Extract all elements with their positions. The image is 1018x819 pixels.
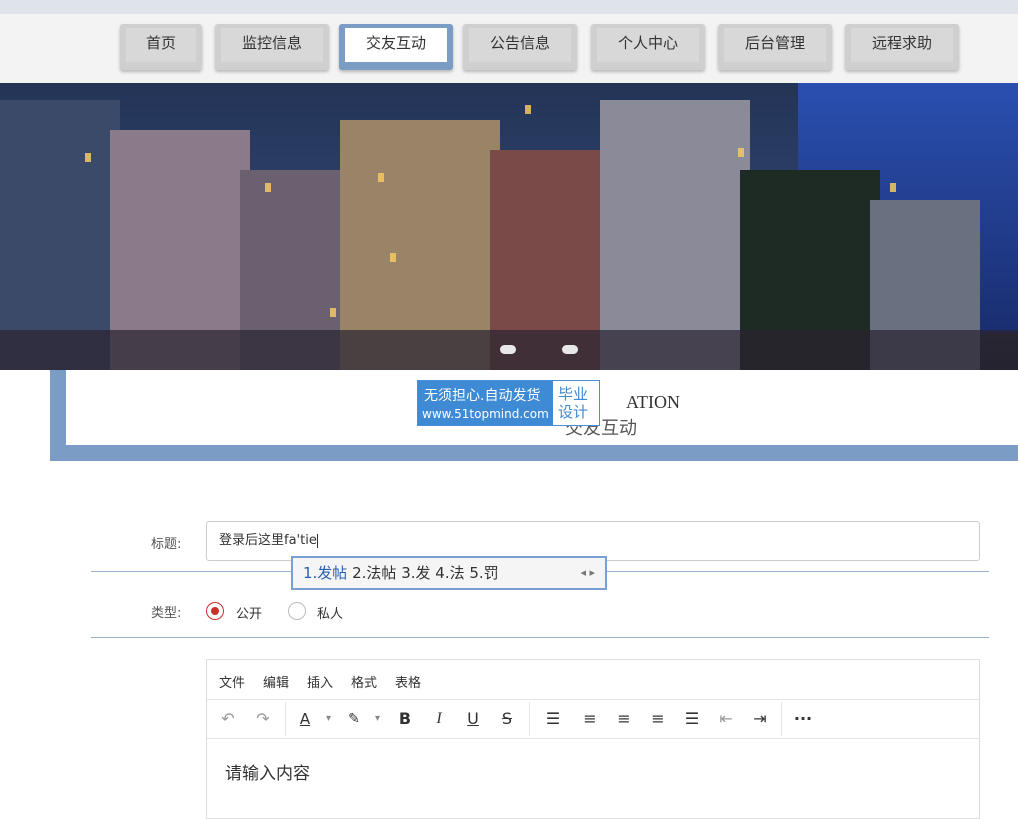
carousel-indicators [500, 339, 624, 358]
toolbar-separator [529, 702, 530, 736]
nav-item-monitor[interactable]: 监控信息 [215, 24, 329, 70]
banner-window [265, 183, 271, 192]
radio-public-label[interactable]: 公开 [236, 603, 262, 622]
editor-toolbar: ↶ ↷ A ▾ ✎ ▾ B I U S ☰ ≡ ≡ ≡ ☰ ⇤ ⇥ ··· [207, 700, 979, 739]
nav-item-remote-help[interactable]: 远程求助 [845, 24, 959, 70]
section-title-en: ATION [626, 392, 680, 412]
nav-item-label: 监控信息 [221, 28, 323, 62]
watermark-right: 毕业 设计 [558, 385, 588, 421]
banner-window [85, 153, 91, 162]
title-input-value: 登录后这里fa'tie [219, 533, 317, 548]
nav-item-label: 远程求助 [851, 28, 953, 62]
banner-window [890, 183, 896, 192]
editor-content-placeholder[interactable]: 请输入内容 [225, 759, 310, 784]
highlight-icon[interactable]: ✎ [343, 708, 365, 730]
editor-menubar: 文件 编辑 插入 格式 表格 [207, 660, 979, 700]
carousel-dot[interactable] [500, 345, 516, 354]
nav-item-label: 后台管理 [724, 28, 826, 62]
undo-icon[interactable]: ↶ [217, 708, 239, 730]
watermark-line1: 无须担心.自动发货 [424, 388, 541, 404]
banner-window [738, 148, 744, 157]
ime-candidate[interactable]: 5.罚 [469, 564, 498, 582]
nav-item-announcements[interactable]: 公告信息 [463, 24, 577, 70]
title-input[interactable]: 登录后这里fa'tie [206, 521, 980, 561]
more-icon[interactable]: ··· [792, 708, 814, 730]
nav-item-label: 首页 [126, 28, 196, 62]
watermark-line2: www.51topmind.com [422, 407, 549, 421]
chevron-down-icon[interactable]: ▾ [375, 713, 380, 724]
menu-table[interactable]: 表格 [395, 672, 421, 691]
ime-candidate[interactable]: 1.发帖 [303, 564, 347, 582]
nav-item-profile[interactable]: 个人中心 [591, 24, 705, 70]
watermark-left: 无须担心.自动发货 www.51topmind.com [418, 381, 553, 425]
radio-private-label[interactable]: 私人 [317, 603, 343, 622]
watermark-badge: 无须担心.自动发货 www.51topmind.com 毕业 设计 [417, 380, 600, 426]
bold-icon[interactable]: B [394, 708, 416, 730]
top-strip [0, 0, 1018, 14]
radio-private[interactable] [288, 602, 306, 620]
nav-item-admin[interactable]: 后台管理 [718, 24, 832, 70]
watermark-badge-top: 毕业 [558, 385, 589, 403]
menu-insert[interactable]: 插入 [307, 672, 333, 691]
menu-format[interactable]: 格式 [351, 672, 377, 691]
rich-text-editor: 文件 编辑 插入 格式 表格 ↶ ↷ A ▾ ✎ ▾ B I U S ☰ ≡ ≡… [206, 659, 980, 819]
menu-edit[interactable]: 编辑 [263, 672, 289, 691]
nav-item-social[interactable]: 交友互动 [339, 24, 453, 70]
toolbar-separator [285, 702, 286, 736]
chevron-down-icon[interactable]: ▾ [326, 713, 331, 724]
type-label: 类型: [151, 606, 182, 621]
divider [91, 637, 989, 638]
banner-window [390, 253, 396, 262]
hero-banner [0, 83, 1018, 370]
italic-icon[interactable]: I [428, 708, 450, 730]
align-left-icon[interactable]: ≡ [579, 708, 601, 730]
nav-item-label: 公告信息 [469, 28, 571, 62]
toolbar-separator [781, 702, 782, 736]
line-height-icon[interactable]: ☰ [542, 708, 564, 730]
ime-candidate-popup[interactable]: 1.发帖 2.法帖 3.发 4.法 5.罚 ◂ ▸ [291, 556, 607, 590]
watermark-badge-bottom: 设计 [558, 403, 589, 421]
indent-icon[interactable]: ⇥ [749, 708, 771, 730]
ime-candidate[interactable]: 4.法 [435, 564, 464, 582]
text-color-icon[interactable]: A [294, 708, 316, 730]
underline-icon[interactable]: U [462, 708, 484, 730]
ime-candidate[interactable]: 2.法帖 [352, 564, 396, 582]
outdent-icon[interactable]: ⇤ [715, 708, 737, 730]
ime-page-arrows-icon[interactable]: ◂ ▸ [580, 558, 595, 588]
nav-bar: 首页 监控信息 交友互动 公告信息 个人中心 后台管理 远程求助 [0, 14, 1018, 83]
align-right-icon[interactable]: ≡ [647, 708, 669, 730]
title-label: 标题: [151, 537, 182, 552]
banner-window [330, 308, 336, 317]
carousel-dot[interactable] [562, 345, 578, 354]
menu-file[interactable]: 文件 [219, 672, 245, 691]
align-justify-icon[interactable]: ☰ [681, 708, 703, 730]
text-caret [316, 533, 318, 548]
nav-item-home[interactable]: 首页 [120, 24, 202, 70]
banner-window [525, 105, 531, 114]
banner-window [378, 173, 384, 182]
redo-icon[interactable]: ↷ [252, 708, 274, 730]
align-center-icon[interactable]: ≡ [613, 708, 635, 730]
nav-item-label: 个人中心 [597, 28, 699, 62]
strikethrough-icon[interactable]: S [496, 708, 518, 730]
nav-item-label: 交友互动 [345, 28, 447, 62]
radio-public[interactable] [206, 602, 224, 620]
ime-candidate[interactable]: 3.发 [401, 564, 430, 582]
